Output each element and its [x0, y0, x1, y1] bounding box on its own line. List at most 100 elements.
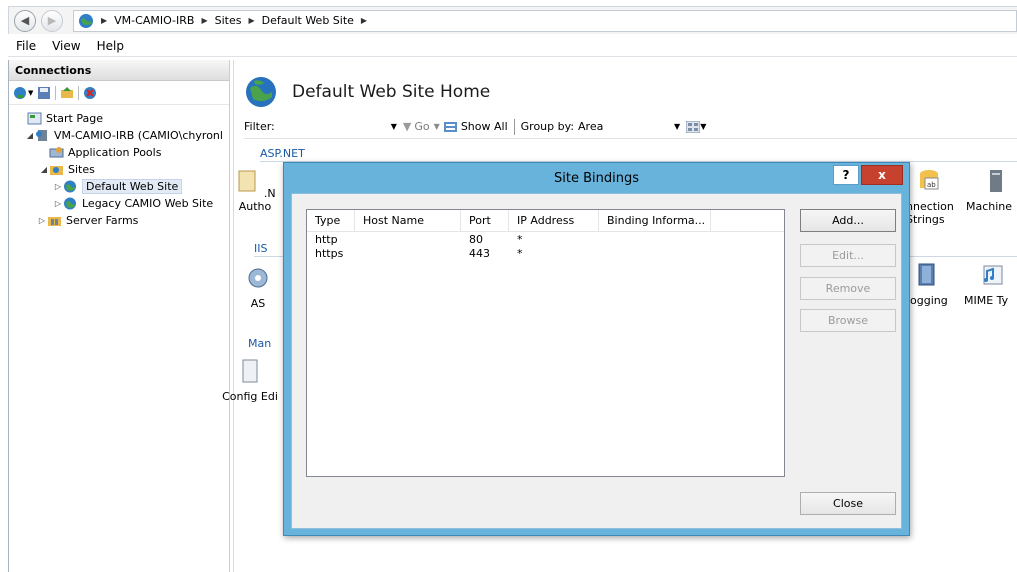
- page-title: Default Web Site Home: [292, 82, 491, 102]
- tree-node-application-pools[interactable]: Application Pools: [9, 144, 229, 161]
- application-pools-icon: [49, 147, 64, 158]
- menu-file[interactable]: File: [16, 39, 36, 53]
- logging-icon: [918, 263, 935, 286]
- table-row[interactable]: http 80 *: [307, 232, 784, 246]
- breadcrumb-item[interactable]: Sites: [215, 14, 242, 27]
- feature-mime-types[interactable]: MIME Ty: [964, 262, 1017, 307]
- connections-panel: Connections ▼ Start Page ◢ VM-CAMIO-IRB …: [8, 60, 230, 572]
- tree-node-default-web-site[interactable]: ▷ Default Web Site: [9, 178, 229, 195]
- authorization-icon: [238, 170, 256, 192]
- tree-node-sites[interactable]: ◢ Sites: [9, 161, 229, 178]
- tree-label: Default Web Site: [82, 179, 183, 194]
- menu-help[interactable]: Help: [97, 39, 124, 53]
- help-button[interactable]: ?: [833, 165, 859, 185]
- site-bindings-dialog: Site Bindings ? x Type Host Name Port IP…: [283, 162, 910, 536]
- group-label-management: Man: [248, 337, 272, 350]
- disconnect-icon[interactable]: [83, 86, 97, 100]
- column-header-binding-information[interactable]: Binding Informa...: [599, 210, 711, 231]
- column-header-port[interactable]: Port: [461, 210, 509, 231]
- tree-label: Legacy CAMIO Web Site: [82, 197, 214, 210]
- show-all-icon: [443, 121, 457, 132]
- toolbar-divider: [55, 85, 57, 100]
- address-bar: ◀ ▶ ▶ VM-CAMIO-IRB ▶ Sites ▶ Default Web…: [8, 6, 1017, 34]
- menu-bar: File View Help: [8, 36, 1017, 57]
- browse-button[interactable]: Browse: [800, 309, 896, 332]
- asp-gear-icon: [248, 268, 268, 288]
- breadcrumb-item[interactable]: Default Web Site: [262, 14, 354, 27]
- back-button[interactable]: ◀: [14, 9, 36, 32]
- feature-configuration-editor[interactable]: Config Edi: [218, 358, 282, 403]
- machine-key-icon: [990, 170, 1002, 192]
- add-button[interactable]: Add...: [800, 209, 896, 232]
- feature-connection-strings[interactable]: ab nnection Strings: [906, 168, 966, 226]
- close-icon[interactable]: x: [861, 165, 903, 185]
- expand-icon[interactable]: ▷: [37, 216, 47, 225]
- dropdown-arrow-icon[interactable]: ▼: [700, 122, 706, 131]
- dropdown-arrow-icon[interactable]: ▼: [434, 122, 440, 131]
- dropdown-arrow-icon[interactable]: ▼: [391, 122, 397, 131]
- forward-button[interactable]: ▶: [41, 9, 63, 32]
- bindings-list[interactable]: Type Host Name Port IP Address Binding I…: [306, 209, 785, 477]
- group-label-aspnet: ASP.NET: [260, 147, 305, 160]
- feature-authorization[interactable]: .N Autho: [220, 168, 290, 213]
- column-header-type[interactable]: Type: [307, 210, 355, 231]
- filter-input[interactable]: [279, 118, 389, 136]
- table-row[interactable]: https 443 *: [307, 246, 784, 260]
- mime-types-icon: [983, 265, 1003, 285]
- globe-icon: [246, 77, 276, 107]
- feature-logging[interactable]: ogging: [910, 262, 966, 307]
- dropdown-arrow-icon[interactable]: ▼: [674, 122, 680, 131]
- globe-icon: [64, 197, 76, 210]
- menu-view[interactable]: View: [52, 39, 80, 53]
- toolbar-divider: [513, 118, 515, 135]
- feature-label: Config Edi: [222, 390, 278, 403]
- tree-node-server[interactable]: ◢ VM-CAMIO-IRB (CAMIO\chyronl: [9, 127, 229, 144]
- breadcrumb-item[interactable]: VM-CAMIO-IRB: [114, 14, 194, 27]
- connections-toolbar: ▼: [9, 81, 229, 105]
- cell-ip-address: *: [517, 232, 523, 246]
- show-all-button[interactable]: Show All: [461, 120, 508, 133]
- tree-node-legacy-camio-web-site[interactable]: ▷ Legacy CAMIO Web Site: [9, 195, 229, 212]
- feature-asp[interactable]: AS: [238, 265, 278, 310]
- edit-button[interactable]: Edit...: [800, 244, 896, 267]
- up-folder-icon[interactable]: [60, 86, 74, 100]
- tree-label: Sites: [68, 163, 95, 176]
- dialog-titlebar[interactable]: Site Bindings ? x: [284, 163, 909, 193]
- feature-label: ogging: [910, 294, 948, 307]
- filter-label: Filter:: [244, 120, 275, 133]
- tree-label: Start Page: [46, 112, 103, 125]
- bindings-header: Type Host Name Port IP Address Binding I…: [307, 210, 784, 232]
- group-by-select[interactable]: Area: [578, 120, 674, 133]
- remove-button[interactable]: Remove: [800, 277, 896, 300]
- dropdown-arrow-icon[interactable]: ▼: [28, 89, 33, 97]
- connections-header: Connections: [9, 60, 229, 81]
- filter-funnel-icon: ▼: [402, 120, 412, 133]
- toolbar-divider: [78, 85, 80, 100]
- tree-node-start-page[interactable]: Start Page: [9, 110, 229, 127]
- feature-label: MIME Ty: [964, 294, 1009, 307]
- connect-icon[interactable]: [13, 86, 27, 100]
- expand-icon[interactable]: ▷: [53, 182, 63, 191]
- save-icon[interactable]: [37, 86, 51, 100]
- column-header-host-name[interactable]: Host Name: [355, 210, 461, 231]
- collapse-icon[interactable]: ◢: [25, 131, 35, 140]
- tree-node-server-farms[interactable]: ▷ Server Farms: [9, 212, 229, 229]
- tree-label: Server Farms: [66, 214, 139, 227]
- cell-type: http: [315, 232, 338, 246]
- group-by-label: Group by:: [520, 120, 575, 133]
- forward-arrow-icon: ▶: [47, 14, 57, 27]
- cell-port: 80: [469, 232, 483, 246]
- breadcrumb[interactable]: ▶ VM-CAMIO-IRB ▶ Sites ▶ Default Web Sit…: [73, 9, 1017, 32]
- chevron-right-icon: ▶: [201, 16, 208, 25]
- svg-text:ab: ab: [927, 181, 936, 189]
- column-header-ip-address[interactable]: IP Address: [509, 210, 599, 231]
- view-icon[interactable]: [686, 120, 701, 133]
- close-button[interactable]: Close: [800, 492, 896, 515]
- expand-icon[interactable]: ▷: [53, 199, 63, 208]
- feature-machine-key[interactable]: Machine: [966, 168, 1017, 213]
- back-arrow-icon: ◀: [20, 14, 30, 27]
- connection-strings-icon: ab: [920, 170, 939, 190]
- chevron-right-icon[interactable]: ▶: [361, 16, 367, 25]
- go-button[interactable]: Go: [414, 120, 429, 133]
- collapse-icon[interactable]: ◢: [39, 165, 49, 174]
